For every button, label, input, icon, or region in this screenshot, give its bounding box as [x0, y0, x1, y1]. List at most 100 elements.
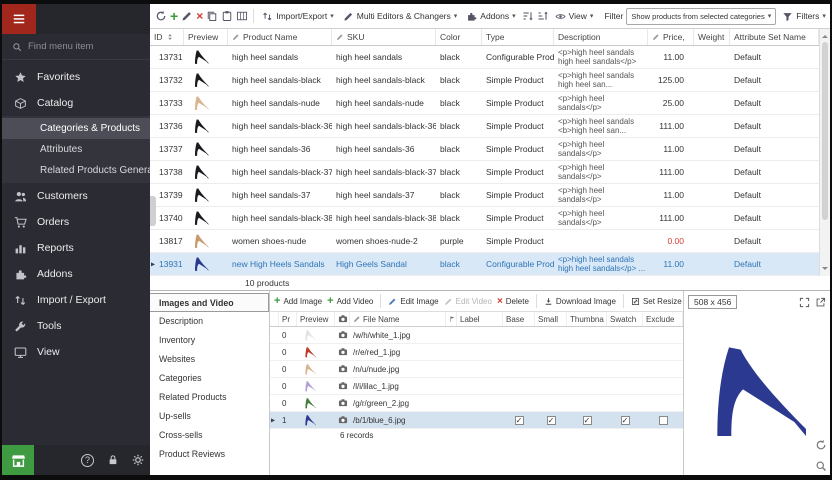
columns-button[interactable] [236, 10, 248, 22]
edit-image-button[interactable]: Edit Image [388, 297, 438, 306]
image-row[interactable]: ▸ 0 /g/r/green_2.jpg [270, 395, 683, 412]
zoom-icon[interactable] [815, 460, 827, 472]
set-resize-rule-button[interactable]: Set Resize Rule▾ [631, 297, 683, 306]
panel-tab[interactable]: Related Products [150, 388, 269, 407]
base-checkbox[interactable]: ✓ [503, 416, 535, 425]
scroll-down-arrow[interactable] [822, 267, 828, 273]
sidebar-item-orders[interactable]: Orders [2, 209, 150, 235]
filters-menu[interactable]: Filters▾ [779, 9, 829, 24]
add-product-button[interactable]: + [170, 10, 178, 22]
grid-vertical-scrollbar[interactable] [819, 29, 830, 276]
image-row[interactable]: ▸ 0 /r/e/red_1.jpg [270, 344, 683, 361]
product-row[interactable]: ▸ 13738 high heel sandals-black-37 high … [150, 161, 819, 184]
col-weight[interactable]: Weight [694, 29, 730, 45]
menu-search-input[interactable] [28, 41, 140, 52]
scrollbar-thumb[interactable] [822, 42, 828, 220]
swatch-checkbox[interactable]: ✓ [607, 416, 643, 425]
col-price[interactable]: Price, [648, 29, 694, 45]
delete-image-button[interactable]: ×Delete [497, 297, 529, 306]
open-external-icon[interactable] [815, 297, 826, 308]
panel-splitter[interactable] [150, 196, 156, 226]
sidebar-item-favorites[interactable]: Favorites [2, 64, 150, 90]
product-row[interactable]: ▸ 13732 high heel sandals-black high hee… [150, 69, 819, 92]
delete-button[interactable]: × [196, 10, 203, 22]
sidebar-item-addons[interactable]: Addons [2, 261, 150, 287]
col-swatch[interactable]: Swatch [607, 312, 643, 326]
sidebar-item-label: Tools [37, 320, 62, 332]
category-filter-select[interactable]: Show products from selected categories▾ [626, 8, 776, 25]
panel-tab[interactable]: Cross-sells [150, 426, 269, 445]
image-row[interactable]: ▸ 0 /w/h/white_1.jpg [270, 327, 683, 344]
addons-menu[interactable]: Addons▾ [463, 9, 518, 24]
col-img-preview[interactable]: Preview [297, 312, 335, 326]
sidebar-item-import-export[interactable]: Import / Export [2, 287, 150, 313]
download-image-button[interactable]: Download Image [544, 297, 616, 306]
sidebar-item-tools[interactable]: Tools [2, 313, 150, 339]
sidebar-item-reports[interactable]: Reports [2, 235, 150, 261]
panel-tab[interactable]: Categories [150, 369, 269, 388]
image-row[interactable]: ▸ 0 /l/i/lilac_1.jpg [270, 378, 683, 395]
product-row[interactable]: ▸ 13739 high heel sandals-37 high heel s… [150, 184, 819, 207]
refresh-button[interactable] [155, 10, 167, 22]
sort-desc-button[interactable] [537, 10, 549, 22]
panel-tab[interactable]: Images and Video [150, 293, 269, 312]
edit-button[interactable] [181, 10, 193, 22]
product-row[interactable]: ▸ 13931 new High Heels Sandals High Geel… [150, 253, 819, 276]
col-small[interactable]: Small [535, 312, 567, 326]
panel-tab[interactable]: Inventory [150, 331, 269, 350]
sidebar-item-related-products-generator[interactable]: Related Products Generator [2, 160, 150, 181]
col-base[interactable]: Base [503, 312, 535, 326]
paste-button[interactable] [221, 10, 233, 22]
add-image-button[interactable]: +Add Image [274, 297, 322, 306]
panel-tab[interactable]: Description [150, 312, 269, 331]
col-product-name[interactable]: Product Name [228, 29, 332, 45]
import-export-menu[interactable]: Import/Export▾ [259, 9, 337, 24]
view-menu[interactable]: View▾ [552, 9, 597, 24]
scroll-up-arrow[interactable] [822, 32, 828, 38]
col-type[interactable]: Type [482, 29, 554, 45]
panel-tab[interactable]: Up-sells [150, 407, 269, 426]
sidebar-item-view[interactable]: View [2, 339, 150, 365]
scrollbar-track[interactable] [820, 41, 830, 264]
thumbnail-checkbox[interactable]: ✓ [567, 416, 607, 425]
sort-asc-button[interactable] [522, 10, 534, 22]
sidebar-item-attributes[interactable]: Attributes [2, 139, 150, 160]
product-row[interactable]: ▸ 13737 high heel sandals-36 high heel s… [150, 138, 819, 161]
col-color[interactable]: Color [436, 29, 482, 45]
image-row[interactable]: ▸ 1 /b/1/blue_6.jpg ✓ ✓ ✓ ✓ [270, 412, 683, 429]
copy-button[interactable] [206, 10, 218, 22]
product-row[interactable]: ▸ 13740 high heel sandals-black-38 high … [150, 207, 819, 230]
panel-tab[interactable]: Product Reviews [150, 445, 269, 464]
image-row[interactable]: ▸ 0 /n/u/nude.jpg [270, 361, 683, 378]
add-video-button[interactable]: +Add Video [327, 297, 373, 306]
col-id[interactable]: ID [150, 29, 184, 45]
col-label[interactable]: Label [457, 312, 503, 326]
col-attribute-set[interactable]: Attribute Set Name [730, 29, 819, 45]
pos-button[interactable] [2, 445, 34, 475]
product-row[interactable]: ▸ 13817 women shoes-nude women shoes-nud… [150, 230, 819, 253]
product-thumbnail [188, 49, 214, 66]
col-thumbnail[interactable]: Thumbna [567, 312, 607, 326]
rotate-icon[interactable] [815, 439, 827, 451]
help-button[interactable]: ? [75, 448, 100, 472]
sidebar-item-customers[interactable]: Customers [2, 183, 150, 209]
product-row[interactable]: ▸ 13731 high heel sandals high heel sand… [150, 46, 819, 69]
col-preview[interactable]: Preview [184, 29, 228, 45]
fullscreen-icon[interactable] [799, 297, 810, 308]
multi-editors-menu[interactable]: Multi Editors & Changers▾ [340, 9, 461, 24]
col-description[interactable]: Description [554, 29, 648, 45]
col-pr[interactable]: Pr [279, 312, 297, 326]
col-exclude[interactable]: Exclude [643, 312, 683, 326]
small-checkbox[interactable]: ✓ [535, 416, 567, 425]
sidebar-item-catalog[interactable]: Catalog [2, 90, 150, 116]
sidebar-item-categories-products[interactable]: Categories & Products [2, 118, 150, 139]
settings-button[interactable] [125, 448, 150, 472]
exclude-checkbox[interactable] [643, 416, 683, 425]
panel-tab[interactable]: Websites [150, 350, 269, 369]
product-row[interactable]: ▸ 13736 high heel sandals-black-36 high … [150, 115, 819, 138]
lock-button[interactable] [100, 448, 125, 472]
col-file-name[interactable]: File Name [350, 312, 446, 326]
hamburger-menu-button[interactable] [2, 4, 36, 34]
product-row[interactable]: ▸ 13733 high heel sandals-nude high heel… [150, 92, 819, 115]
col-sku[interactable]: SKU [332, 29, 436, 45]
